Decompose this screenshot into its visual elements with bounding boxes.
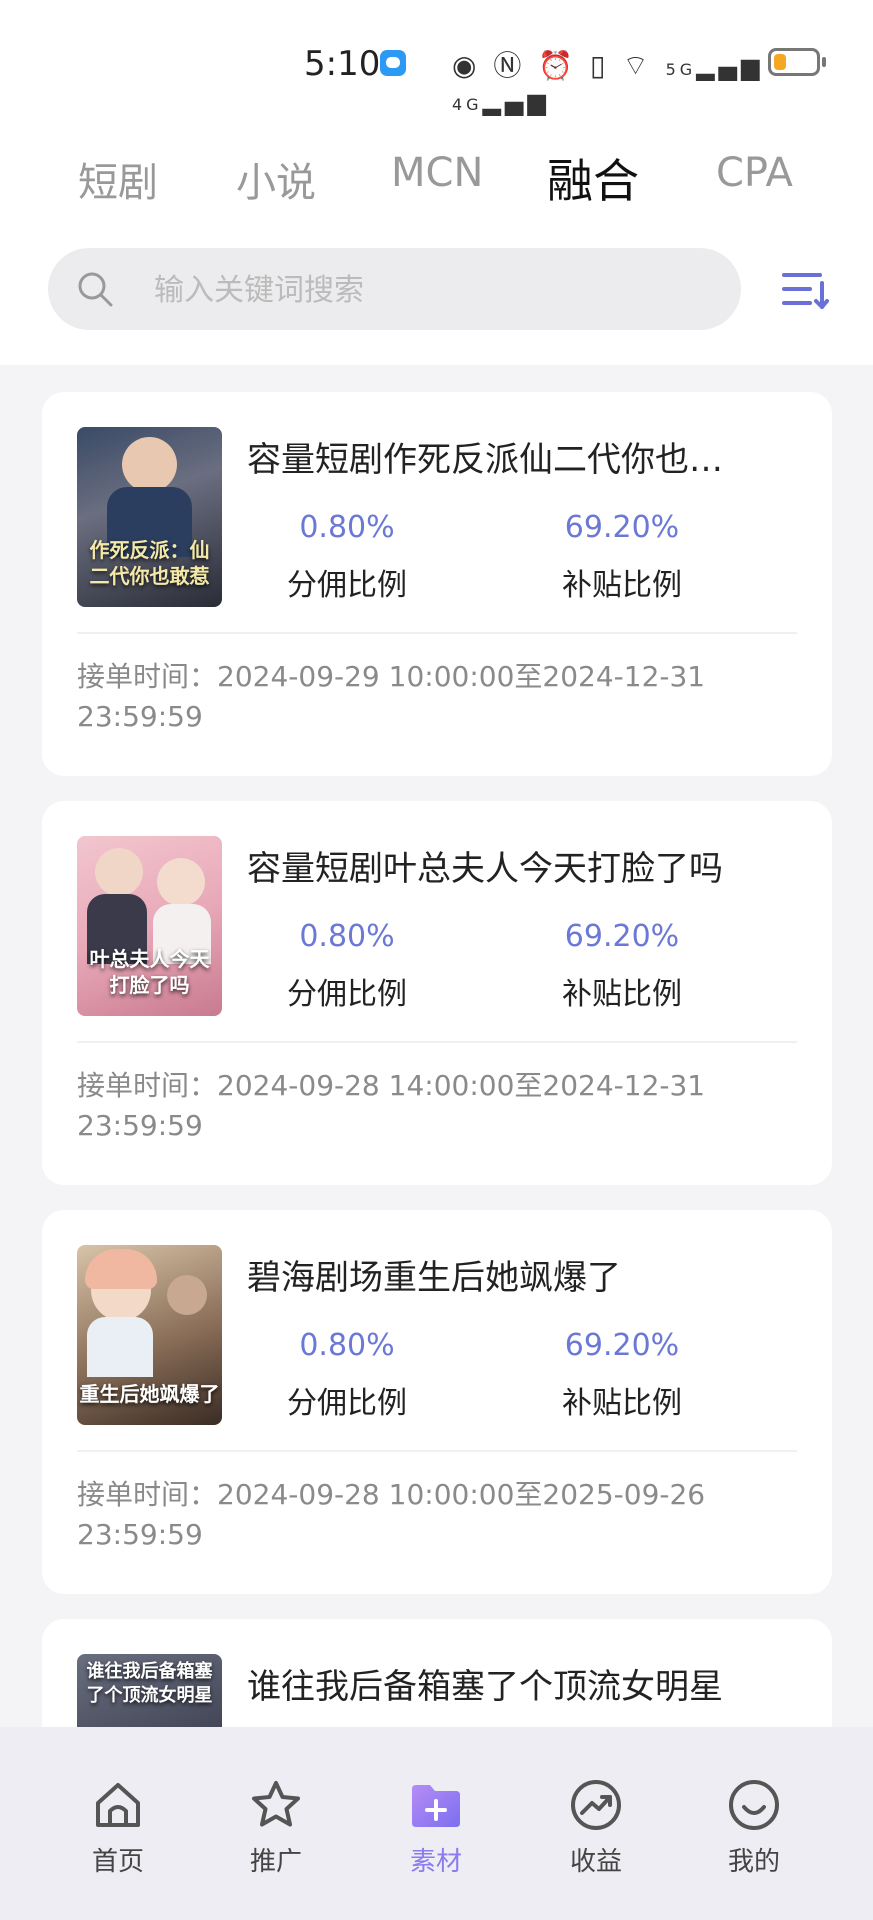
eye-icon: ◉ bbox=[452, 49, 481, 82]
home-icon bbox=[96, 1783, 140, 1827]
tab-novel[interactable]: 小说 bbox=[236, 150, 316, 208]
filter-sort-icon[interactable] bbox=[780, 265, 830, 315]
status-time: 5:10 bbox=[304, 44, 381, 84]
search-box[interactable] bbox=[48, 248, 741, 332]
list-item[interactable]: 重生后她飒爆了 碧海剧场重生后她飒爆了 0.80% 分佣比例 69.20% 补贴… bbox=[42, 1210, 832, 1594]
item-title: 谁往我后备箱塞了个顶流女明星 bbox=[247, 1667, 723, 1707]
order-time: 接单时间：2024-09-28 10:00:00至2025-09-26 23:5… bbox=[77, 1475, 797, 1555]
alarm-icon: ⏰ bbox=[538, 49, 578, 82]
drama-cover-image: 谁往我后备箱塞了个顶流女明星 bbox=[77, 1654, 222, 1727]
cover-title: 重生后她飒爆了 bbox=[79, 1382, 220, 1406]
signal-4g-label: 4G bbox=[452, 95, 483, 114]
cover-title: 叶总夫人今天打脸了吗 bbox=[89, 947, 210, 997]
order-time: 接单时间：2024-09-29 10:00:00至2024-12-31 23:5… bbox=[77, 657, 797, 737]
chat-notification-icon bbox=[380, 50, 406, 76]
item-title: 容量短剧作死反派仙二代你也… bbox=[247, 440, 723, 480]
tab-cpa[interactable]: CPA bbox=[716, 150, 793, 196]
nav-home-label: 首页 bbox=[91, 1847, 144, 1877]
order-time-label: 接单时间： bbox=[77, 1069, 218, 1102]
commission-label: 分佣比例 bbox=[287, 1386, 407, 1421]
search-input[interactable] bbox=[152, 248, 716, 332]
nav-materials-label: 素材 bbox=[409, 1847, 462, 1877]
cover-title: 作死反派：仙二代你也敢惹 bbox=[89, 538, 210, 588]
tab-short-drama[interactable]: 短剧 bbox=[78, 150, 158, 208]
subsidy-value: 69.20% bbox=[564, 919, 680, 954]
search-icon bbox=[78, 272, 113, 307]
nfc-icon: Ⓝ bbox=[493, 49, 526, 82]
nav-mine[interactable]: 我的 bbox=[694, 1777, 814, 1878]
category-tabs: 短剧 小说 MCN 融合 CPA bbox=[0, 125, 873, 245]
signal-icon: ▂▄▆ bbox=[482, 88, 550, 116]
order-time: 接单时间：2024-09-28 14:00:00至2024-12-31 23:5… bbox=[77, 1066, 797, 1146]
star-icon bbox=[252, 1781, 300, 1827]
list-item[interactable]: 叶总夫人今天打脸了吗 容量短剧叶总夫人今天打脸了吗 0.80% 分佣比例 69.… bbox=[42, 801, 832, 1185]
smile-icon bbox=[729, 1780, 779, 1830]
divider bbox=[77, 632, 797, 634]
nav-materials[interactable]: 素材 bbox=[376, 1777, 496, 1878]
commission-label: 分佣比例 bbox=[287, 568, 407, 603]
subsidy-value: 69.20% bbox=[564, 1328, 680, 1363]
status-bar: 5:10 ◉ Ⓝ ⏰ ▯ ⌔ 5G▂▄▆ 4G▂▄▆ bbox=[0, 0, 873, 125]
cover-title: 谁往我后备箱塞了个顶流女明星 bbox=[86, 1661, 213, 1706]
item-title: 容量短剧叶总夫人今天打脸了吗 bbox=[247, 849, 723, 889]
material-list: 作死反派：仙二代你也敢惹 容量短剧作死反派仙二代你也… 0.80% 分佣比例 6… bbox=[12, 367, 861, 1727]
nav-earnings[interactable]: 收益 bbox=[536, 1777, 656, 1878]
drama-cover-image: 重生后她飒爆了 bbox=[77, 1245, 222, 1425]
nav-earnings-label: 收益 bbox=[569, 1847, 622, 1877]
tab-fusion[interactable]: 融合 bbox=[547, 145, 639, 211]
subsidy-label: 补贴比例 bbox=[562, 1386, 682, 1421]
bottom-nav: 首页 推广 素材 收益 我的 bbox=[0, 1727, 873, 1920]
subsidy-label: 补贴比例 bbox=[562, 977, 682, 1012]
folder-add-icon bbox=[412, 1785, 460, 1827]
drama-cover-image: 作死反派：仙二代你也敢惹 bbox=[77, 427, 222, 607]
subsidy-label: 补贴比例 bbox=[562, 568, 682, 603]
commission-label: 分佣比例 bbox=[287, 977, 407, 1012]
commission-value: 0.80% bbox=[299, 1328, 395, 1363]
list-item[interactable]: 作死反派：仙二代你也敢惹 容量短剧作死反派仙二代你也… 0.80% 分佣比例 6… bbox=[42, 392, 832, 776]
nav-home[interactable]: 首页 bbox=[58, 1777, 178, 1878]
order-time-label: 接单时间： bbox=[77, 1478, 218, 1511]
commission-value: 0.80% bbox=[299, 510, 395, 545]
vibrate-icon: ▯ bbox=[590, 49, 610, 82]
drama-cover-image: 叶总夫人今天打脸了吗 bbox=[77, 836, 222, 1016]
wifi-icon: ⌔ bbox=[622, 49, 653, 82]
signal-5g-label: 5G bbox=[665, 60, 697, 79]
battery-icon bbox=[768, 48, 826, 76]
search-bar bbox=[0, 245, 873, 365]
nav-mine-label: 我的 bbox=[727, 1847, 780, 1877]
nav-promote-label: 推广 bbox=[249, 1847, 302, 1877]
nav-promote[interactable]: 推广 bbox=[216, 1777, 336, 1878]
order-time-label: 接单时间： bbox=[77, 660, 218, 693]
tab-mcn[interactable]: MCN bbox=[391, 150, 483, 196]
commission-value: 0.80% bbox=[299, 919, 395, 954]
divider bbox=[77, 1450, 797, 1452]
divider bbox=[77, 1041, 797, 1043]
subsidy-value: 69.20% bbox=[564, 510, 680, 545]
trend-icon bbox=[571, 1780, 621, 1830]
signal-icon: ▂▄▆ bbox=[696, 53, 764, 81]
item-title: 碧海剧场重生后她飒爆了 bbox=[247, 1258, 621, 1298]
list-item[interactable]: 谁往我后备箱塞了个顶流女明星 谁往我后备箱塞了个顶流女明星 bbox=[42, 1619, 832, 1727]
